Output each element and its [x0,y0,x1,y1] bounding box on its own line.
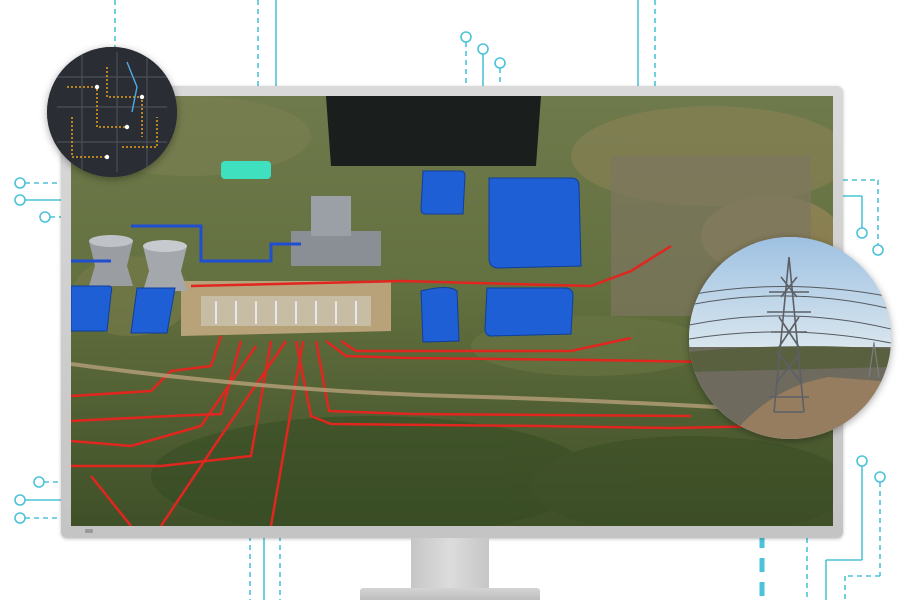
small-pond [221,161,271,179]
power-button[interactable] [85,529,93,533]
ash-pond [326,96,541,166]
monitor-neck [411,538,489,590]
transmission-tower-icon [689,237,891,439]
network-map-inset [47,47,177,177]
transmission-tower-inset [689,237,891,439]
plant-building [291,231,381,266]
monitor-stand [360,588,540,600]
substation [201,296,371,326]
plant-building-2 [311,196,351,236]
network-map-icon [47,47,177,177]
